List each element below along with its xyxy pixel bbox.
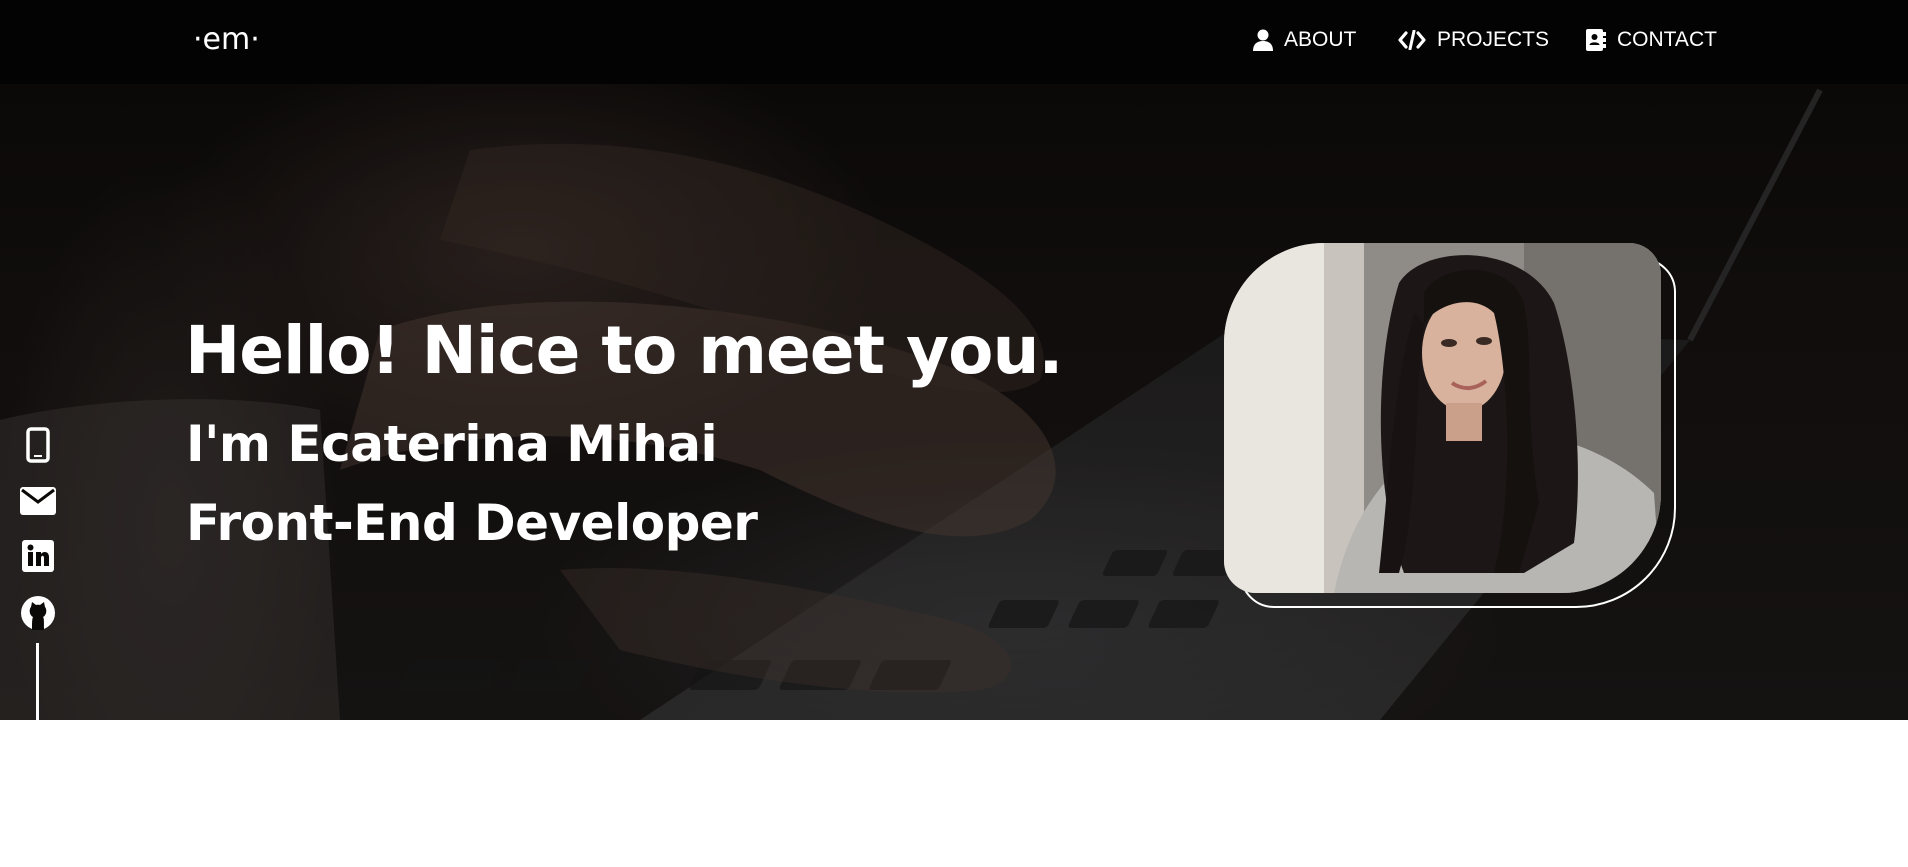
phone-icon bbox=[26, 427, 50, 463]
hero-name: I'm Ecaterina Mihai bbox=[186, 415, 718, 473]
nav-about-label: ABOUT bbox=[1284, 28, 1357, 51]
hero-role: Front-End Developer bbox=[186, 494, 758, 552]
hero-section: Hello! Nice to meet you. I'm Ecaterina M… bbox=[0, 0, 1908, 720]
envelope-icon bbox=[20, 487, 56, 515]
user-icon bbox=[1253, 29, 1273, 51]
nav-contact[interactable]: CONTACT bbox=[1586, 26, 1717, 54]
hero-heading: Hello! Nice to meet you. bbox=[185, 312, 1064, 389]
nav-projects-label: PROJECTS bbox=[1437, 28, 1550, 51]
nav-contact-label: CONTACT bbox=[1617, 28, 1717, 51]
phone-link[interactable] bbox=[18, 425, 58, 465]
address-book-icon bbox=[1586, 29, 1606, 51]
linkedin-link[interactable] bbox=[18, 536, 58, 576]
social-divider-line bbox=[36, 643, 39, 720]
code-icon bbox=[1398, 30, 1426, 50]
portrait-photo bbox=[1224, 243, 1661, 593]
logo[interactable]: ·em· bbox=[193, 22, 260, 57]
github-icon bbox=[21, 596, 55, 630]
email-link[interactable] bbox=[18, 481, 58, 521]
navbar: ·em· ABOUT PROJECTS CONTACT bbox=[0, 0, 1908, 84]
nav-about[interactable]: ABOUT bbox=[1253, 26, 1356, 54]
nav-projects[interactable]: PROJECTS bbox=[1398, 26, 1549, 54]
linkedin-icon bbox=[22, 540, 54, 572]
github-link[interactable] bbox=[18, 593, 58, 633]
